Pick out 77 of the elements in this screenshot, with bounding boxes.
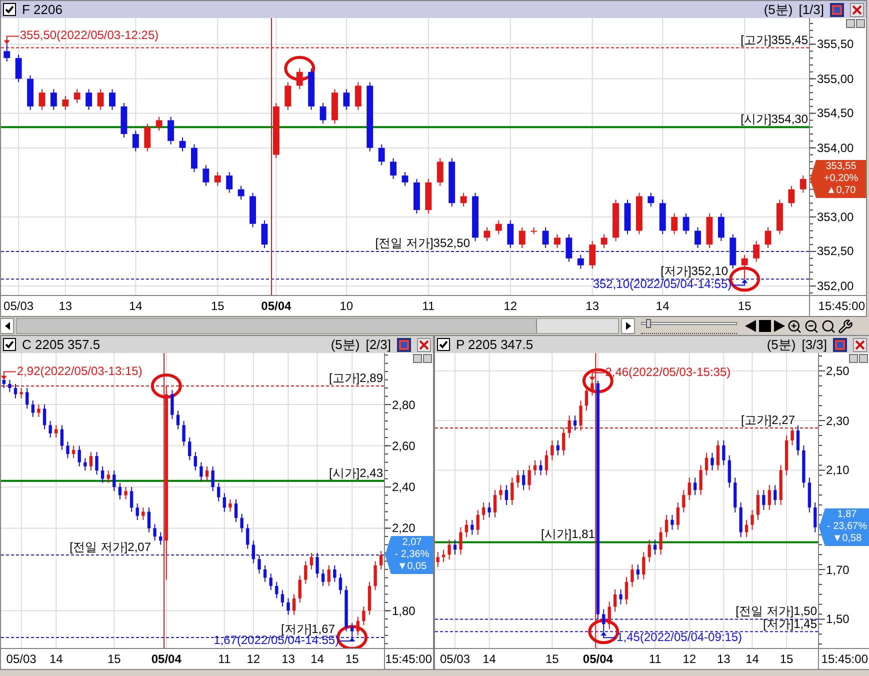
time-tick-label: 11 (648, 652, 662, 666)
period-label: (5분) (766, 336, 796, 354)
time-tick-label: 14 (310, 652, 324, 666)
time-tick-label: 12 (246, 652, 260, 666)
time-tick-label: 05/03 (440, 652, 470, 666)
price-tick-label: 1,70 (826, 562, 850, 577)
level-label: [시가]2,43 (328, 466, 383, 480)
level-label: [전일 저가]352,50 (375, 237, 470, 250)
level-label: [시가]354,30 (740, 113, 808, 126)
level-label: [고가]355,45 (740, 34, 808, 47)
axis-end-time: 15:45:00 (385, 652, 433, 666)
price-tick-label: 355,00 (817, 72, 854, 86)
current-price-badge: 353,55 +0,20% ▲0,70 (810, 160, 866, 198)
page-indicator: [1/3] (798, 0, 824, 19)
price-tick-label: 1,50 (826, 612, 850, 626)
level-label: [고가]2,89 (328, 372, 383, 385)
price-tick-label: 352,50 (817, 244, 854, 258)
axis-end-time: 15:45:00 (821, 652, 869, 666)
time-tick-label: 12 (504, 299, 518, 313)
time-tick-label: 14 (128, 299, 142, 313)
time-tick-label: 13 (586, 299, 600, 313)
level-label: [전일 저가]2,07 (70, 541, 151, 554)
time-tick-label: 05/03 (4, 299, 34, 313)
time-tick-label: 11 (218, 652, 231, 666)
time-tick-label: 13 (282, 652, 295, 666)
current-price-badge: 2,07 - 2,36% ▼0,05 (385, 536, 433, 574)
time-tick-label: 15 (210, 299, 224, 313)
chart-title: C 2205 357.5 (22, 336, 100, 354)
period-label: (5분) (764, 0, 793, 19)
level-label: [전일 저가]1,50 (736, 605, 817, 618)
price-tick-label: 352,00 (817, 279, 854, 294)
page-indicator: [3/3] (802, 336, 827, 354)
time-tick-label: 05/04 (261, 299, 292, 313)
price-tick-label: 2,50 (826, 364, 850, 378)
level-label: [저가]352,10 (660, 265, 728, 278)
time-tick-label: 15 (345, 652, 359, 666)
price-tick-label: 2,40 (392, 480, 416, 494)
time-tick-label: 14 (656, 299, 670, 313)
time-tick-label: 11 (422, 299, 435, 313)
time-tick-label: 13 (717, 652, 730, 666)
price-tick-label: 354,50 (817, 106, 854, 120)
level-label: [저가]1,67 (280, 623, 335, 636)
price-tick-label: 1,80 (392, 604, 416, 618)
time-tick-label: 05/04 (151, 652, 182, 666)
extreme-price-label: 355,50(2022/05/03-12:25) (20, 29, 159, 42)
price-tick-label: 2,60 (392, 438, 416, 453)
price-tick-label: 353,00 (817, 210, 854, 224)
time-tick-label: 15 (780, 652, 794, 666)
time-tick-label: 13 (58, 299, 72, 313)
extreme-price-label: 2,92(2022/05/03-13:15) (16, 364, 142, 378)
time-tick-label: 05/04 (582, 652, 613, 666)
level-label: [고가]2,27 (740, 414, 795, 427)
price-tick-label: 2,80 (392, 398, 416, 412)
level-label: [저가]1,45 (762, 618, 817, 631)
price-tick-label: 2,30 (826, 414, 850, 428)
chart-title: P 2205 347.5 (456, 336, 534, 354)
price-tick-label: 2,20 (392, 521, 416, 536)
price-tick-label: 355,50 (817, 37, 854, 52)
time-tick-label: 15 (546, 652, 559, 666)
time-tick-label: 12 (682, 652, 696, 666)
level-label: [시가]1,81 (540, 528, 595, 542)
time-tick-label: 14 (482, 652, 496, 666)
time-tick-label: 15 (738, 299, 752, 313)
extreme-price-label: 1,45(2022/05/04-09:15) (616, 630, 742, 644)
time-tick-label: 15 (107, 652, 121, 666)
price-tick-label: 2,10 (826, 463, 850, 478)
time-tick-label: 05/03 (6, 652, 36, 666)
extreme-price-label: 352,10(2022/05/04-14:55) (592, 278, 732, 292)
chart-title: F 2206 (22, 0, 62, 19)
price-tick-label: 354,00 (817, 140, 854, 155)
current-price-badge: 1,87 - 23,67% ▼0,58 (819, 508, 869, 546)
time-tick-label: 14 (746, 652, 759, 666)
page-indicator: [2/3] (366, 336, 391, 354)
time-tick-label: 10 (340, 299, 354, 313)
time-tick-label: 14 (49, 652, 63, 666)
period-label: (5분) (330, 336, 360, 354)
axis-end-time: 15:45:00 (818, 299, 866, 313)
